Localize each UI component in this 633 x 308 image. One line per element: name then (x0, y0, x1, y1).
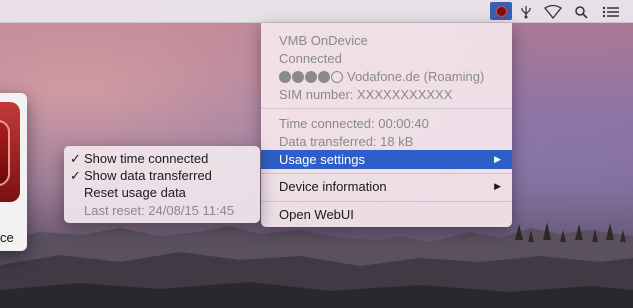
vmb-status-item[interactable] (490, 2, 512, 20)
menu-item-label: Open WebUI (279, 207, 354, 222)
app-icon-emblem (0, 120, 10, 186)
menu-item-label: Usage settings (279, 152, 365, 167)
menu-separator (261, 108, 512, 109)
submenu-item-show-data-transferred[interactable]: ✓ Show data transferred (64, 167, 260, 184)
checkmark-icon: ✓ (70, 151, 81, 166)
usb-connection-icon[interactable] (517, 3, 535, 20)
wifi-icon[interactable] (542, 3, 564, 20)
device-dot-icon (495, 5, 507, 17)
network-name: Vodafone.de (Roaming) (347, 69, 485, 84)
status-dropdown-menu: VMB OnDevice Connected Vodafone.de (Roam… (261, 23, 512, 227)
sim-number: SIM number: XXXXXXXXXXX (279, 87, 453, 102)
menu-separator (261, 173, 512, 174)
submenu-arrow-icon: ▶ (494, 154, 501, 164)
submenu-item-reset-usage-data[interactable]: Reset usage data (64, 184, 260, 201)
submenu-item-label: Show time connected (84, 151, 209, 166)
signal-strength-icon (279, 70, 343, 83)
last-reset-label: Last reset: 24/08/15 11:45 (84, 203, 235, 218)
submenu-item-show-time-connected[interactable]: ✓ Show time connected (64, 150, 260, 167)
checkmark-icon: ✓ (70, 168, 81, 183)
app-caption: ce (0, 230, 14, 245)
app-window[interactable]: ce (0, 93, 27, 251)
data-transferred: Data transferred: 18 kB (279, 134, 414, 149)
time-connected: Time connected: 00:00:40 (279, 116, 429, 131)
network-info: Vodafone.de (Roaming) (279, 68, 484, 85)
menu-item-device-information[interactable]: Device information ▶ (261, 177, 512, 196)
menu-item-open-webui[interactable]: Open WebUI (261, 205, 512, 224)
submenu-item-label: Reset usage data (84, 185, 186, 200)
menu-item-label: Device information (279, 179, 387, 194)
connection-status: Connected (279, 51, 342, 66)
menu-separator (261, 201, 512, 202)
submenu-item-label: Show data transferred (84, 168, 212, 183)
app-icon (0, 102, 20, 202)
menu-item-usage-settings[interactable]: Usage settings ▶ (261, 150, 512, 169)
menu-app-title: VMB OnDevice (279, 33, 368, 48)
submenu-arrow-icon: ▶ (494, 181, 501, 191)
menu-bar (0, 0, 633, 23)
last-reset-info: Last reset: 24/08/15 11:45 (64, 202, 260, 219)
list-icon[interactable] (600, 3, 622, 20)
usage-settings-submenu: ✓ Show time connected ✓ Show data transf… (64, 146, 260, 223)
search-icon[interactable] (572, 3, 590, 20)
